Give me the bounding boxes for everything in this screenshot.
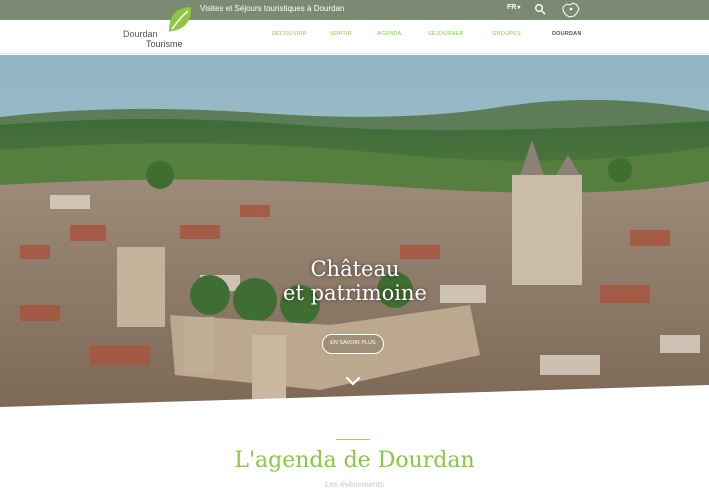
- hero-aerial-town-image: [0, 55, 709, 425]
- hero-title-line-2: et patrimoine: [283, 281, 427, 305]
- chevron-down-icon: ▾: [517, 5, 521, 11]
- nav-item-decouvrir[interactable]: DÉCOUVRIR: [272, 31, 307, 37]
- site-logo[interactable]: Dourdan Tourisme: [118, 6, 208, 54]
- logo-text-tourisme: Tourisme: [146, 39, 183, 49]
- leaf-logo-icon: [169, 7, 192, 32]
- learn-more-button[interactable]: EN SAVOIR PLUS: [322, 334, 384, 354]
- hero-title-line-1: Château: [310, 257, 400, 281]
- section-divider: [336, 439, 370, 440]
- chevron-down-icon[interactable]: [345, 375, 361, 387]
- top-bar: Visites et Séjours touristiques à Dourda…: [0, 0, 709, 20]
- logo-text-dourdan: Dourdan: [123, 29, 158, 39]
- nav-item-groupes[interactable]: GROUPES: [492, 31, 521, 37]
- agenda-title: L'agenda de Dourdan: [234, 448, 475, 473]
- site-tagline: Visites et Séjours touristiques à Dourda…: [200, 4, 345, 13]
- nav-item-dourdan[interactable]: DOURDAN: [552, 31, 582, 37]
- language-selector[interactable]: FR▾: [507, 4, 520, 11]
- nav-item-agenda[interactable]: AGENDA: [377, 31, 401, 37]
- agenda-subtitle: Les évènements: [325, 480, 384, 489]
- hero-title: Château et patrimoine: [250, 257, 460, 305]
- nav-item-sejourner[interactable]: SÉJOURNER: [428, 31, 464, 37]
- language-code: FR: [507, 4, 517, 11]
- main-navbar: Dourdan Tourisme DÉCOUVRIR SORTIR AGENDA…: [0, 7, 709, 54]
- hero-banner: Château et patrimoine EN SAVOIR PLUS: [0, 55, 709, 425]
- nav-item-sortir[interactable]: SORTIR: [330, 31, 352, 37]
- map-icon[interactable]: [560, 1, 582, 19]
- search-icon[interactable]: [534, 3, 546, 15]
